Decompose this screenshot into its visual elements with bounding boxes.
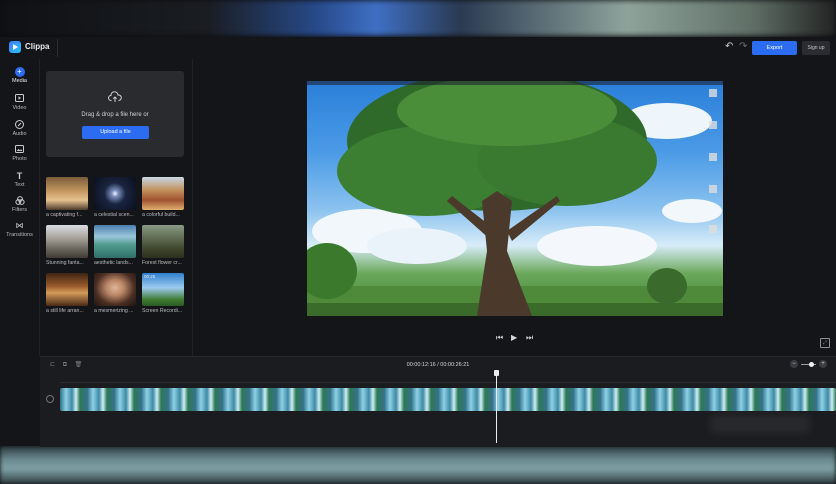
export-button[interactable]: Export <box>752 41 797 55</box>
zoom-out-button[interactable]: − <box>790 360 798 368</box>
playhead[interactable] <box>496 371 497 443</box>
text-icon: T <box>16 171 23 181</box>
media-caption: a captivating f... <box>46 212 83 218</box>
timeline-ruler[interactable] <box>60 374 836 383</box>
rail-item-audio[interactable]: Audio <box>0 120 39 137</box>
app-name: Clippa <box>25 42 50 51</box>
undo-icon[interactable]: ↶ <box>725 41 733 52</box>
media-panel: Drag & drop a file here or Upload a file… <box>40 59 193 356</box>
preview-area: ⏮ ▶ ⏭ ⤢ <box>193 59 836 356</box>
media-item[interactable]: Forest flower cr... <box>142 225 184 266</box>
video-track-clip[interactable] <box>60 388 836 411</box>
media-caption: a colorful build... <box>142 212 180 218</box>
sign-up-button[interactable]: Sign up <box>802 41 830 55</box>
upload-file-button[interactable]: Upload a file <box>82 126 149 139</box>
fullscreen-icon[interactable]: ⤢ <box>820 338 830 348</box>
transitions-icon: ⋈ <box>15 221 24 230</box>
blurred-overlay <box>710 415 810 433</box>
tool-rail: + Media Video Audio Photo T Text Filters… <box>0 59 40 356</box>
header-divider <box>57 39 58 57</box>
media-thumbnail <box>46 225 88 258</box>
player-controls: ⏮ ▶ ⏭ <box>496 333 536 343</box>
track-visibility-icon[interactable] <box>46 395 54 403</box>
rail-item-video[interactable]: Video <box>0 94 39 111</box>
media-item[interactable]: a colorful build... <box>142 177 184 218</box>
drop-instructions: Drag & drop a file here or <box>81 112 149 118</box>
media-caption: Stunning fanta... <box>46 260 84 266</box>
skip-forward-icon[interactable]: ⏭ <box>526 333 533 343</box>
media-thumbnail <box>142 225 184 258</box>
rail-label-video: Video <box>12 105 27 111</box>
background-blur-bottom <box>0 446 836 484</box>
media-caption: Screen Recordi... <box>142 308 183 314</box>
media-caption: Forest flower cr... <box>142 260 182 266</box>
filters-icon <box>14 196 25 206</box>
media-item[interactable]: Stunning fanta... <box>46 225 88 266</box>
file-drop-zone[interactable]: Drag & drop a file here or Upload a file <box>46 71 184 157</box>
media-thumbnail: 00:26 <box>142 273 184 306</box>
cloud-upload-icon <box>108 91 122 102</box>
media-caption: a celestial scen... <box>94 212 134 218</box>
media-item[interactable]: a captivating f... <box>46 177 88 218</box>
redo-icon[interactable]: ↷ <box>739 41 747 52</box>
rail-label-text: Text <box>14 182 25 188</box>
top-bar: Clippa ↶ ↷ Export Sign up <box>0 37 836 60</box>
app-window: Clippa ↶ ↷ Export Sign up + Media Video … <box>0 37 836 447</box>
rail-item-transitions[interactable]: ⋈ Transitions <box>0 221 39 238</box>
media-item[interactable]: a celestial scen... <box>94 177 136 218</box>
photo-icon <box>15 145 25 155</box>
rail-label-audio: Audio <box>12 131 27 137</box>
rail-label-filters: Filters <box>12 207 27 213</box>
media-caption: a still life arran... <box>46 308 84 314</box>
zoom-in-button[interactable]: + <box>819 360 827 368</box>
rail-item-text[interactable]: T Text <box>0 171 39 188</box>
tree-landscape-frame <box>307 81 723 316</box>
video-preview[interactable] <box>307 81 723 316</box>
media-caption: a mesmerizing ... <box>94 308 134 314</box>
plus-icon: + <box>14 67 25 77</box>
rail-label-transitions: Transitions <box>6 232 33 238</box>
media-item[interactable]: 00:26 Screen Recordi... <box>142 273 184 314</box>
media-thumbnail <box>46 177 88 210</box>
background-blur-top <box>0 0 836 36</box>
audio-icon <box>15 120 25 130</box>
media-item[interactable]: aesthetic lands... <box>94 225 136 266</box>
rail-item-photo[interactable]: Photo <box>0 145 39 162</box>
play-icon[interactable]: ▶ <box>511 333 517 342</box>
timecode: 00:00:12:16 / 00:00:26:21 <box>406 362 470 368</box>
rail-item-media[interactable]: + Media <box>0 67 39 84</box>
skip-back-icon[interactable]: ⏮ <box>496 333 503 343</box>
timeline-panel: ⊏ ⧉ 🗑 00:00:12:16 / 00:00:26:21 − + <box>40 356 836 447</box>
media-thumbnail <box>142 177 184 210</box>
clippa-logo-icon <box>9 41 21 53</box>
media-item[interactable]: a still life arran... <box>46 273 88 314</box>
media-caption: aesthetic lands... <box>94 260 133 266</box>
media-duration: 00:26 <box>144 274 156 279</box>
rail-label-photo: Photo <box>12 156 27 162</box>
rail-label-media: Media <box>12 78 27 84</box>
rail-item-filters[interactable]: Filters <box>0 196 39 213</box>
zoom-slider-knob[interactable] <box>809 362 814 367</box>
media-thumbnail <box>46 273 88 306</box>
video-icon <box>15 94 25 104</box>
media-thumbnail <box>94 225 136 258</box>
media-item[interactable]: a mesmerizing ... <box>94 273 136 314</box>
media-thumbnail <box>94 177 136 210</box>
media-thumbnail <box>94 273 136 306</box>
